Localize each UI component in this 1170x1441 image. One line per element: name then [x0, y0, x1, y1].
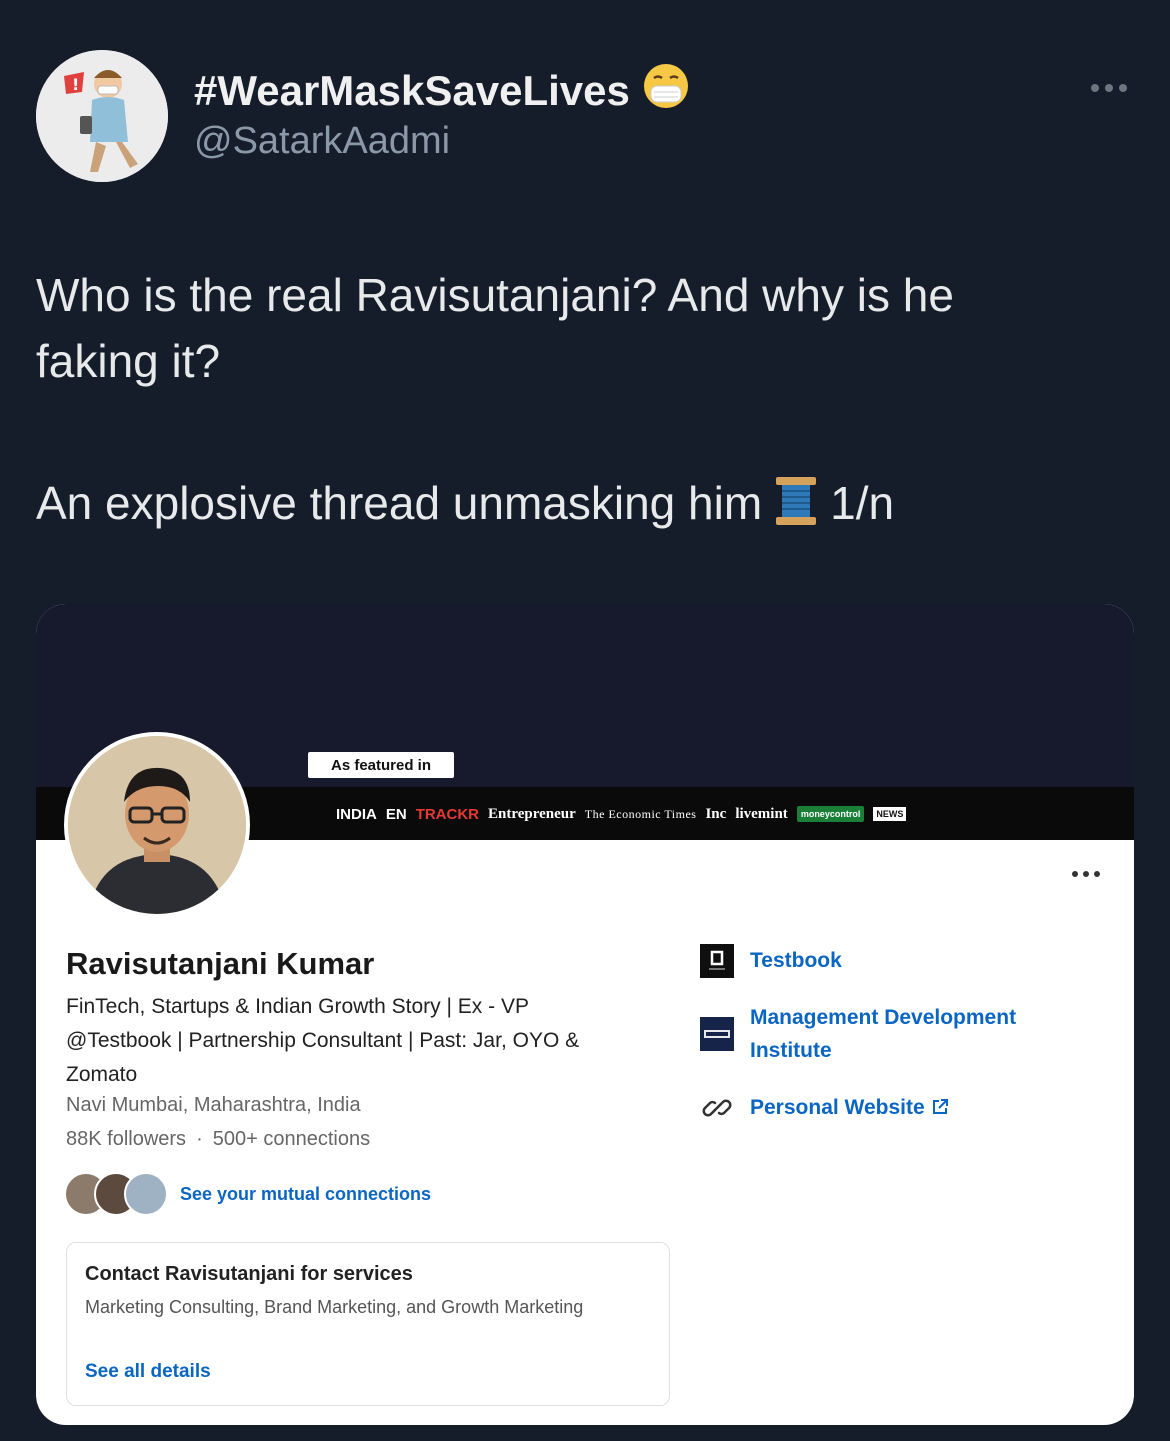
- profile-more-icon[interactable]: [1066, 866, 1106, 882]
- experience-testbook[interactable]: Testbook: [700, 944, 1070, 978]
- featured-label: As featured in: [308, 752, 454, 778]
- profile-headline: FinTech, Startups & Indian Growth Story …: [66, 995, 580, 1086]
- svg-text:!: !: [72, 75, 79, 94]
- tweet-text-line1: Who is the real Ravisutanjani? And why i…: [36, 269, 954, 387]
- connections-count[interactable]: 500+ connections: [213, 1128, 370, 1150]
- personal-website-link[interactable]: Personal Website: [700, 1091, 1070, 1126]
- profile-name: Ravisutanjani Kumar: [66, 946, 375, 981]
- media-logo: NEWS: [873, 807, 907, 821]
- avatar: [124, 1172, 168, 1216]
- services-list: Marketing Consulting, Brand Marketing, a…: [85, 1297, 584, 1317]
- media-logo: moneycontrol: [796, 806, 865, 822]
- media-logo: Inc: [705, 805, 727, 822]
- more-options-icon[interactable]: [1086, 74, 1132, 102]
- testbook-logo-icon: [700, 944, 734, 978]
- spool-of-thread-icon: [772, 475, 820, 544]
- mask-face-icon: [642, 62, 690, 120]
- tweet-text: Who is the real Ravisutanjani? And why i…: [36, 262, 1136, 544]
- services-title: Contact Ravisutanjani for services: [85, 1263, 413, 1285]
- media-logo: EN: [385, 805, 407, 823]
- mdi-logo-icon: [700, 1017, 734, 1051]
- link-icon: [700, 1091, 734, 1125]
- external-link-icon: [931, 1093, 949, 1126]
- media-logo: The Economic Times: [584, 806, 697, 821]
- mutual-connections-avatars[interactable]: [64, 1172, 168, 1216]
- profile-location: Navi Mumbai, Maharashtra, India: [66, 1094, 361, 1116]
- profile-stats: 88K followers · 500+ connections: [66, 1128, 371, 1150]
- services-card[interactable]: Contact Ravisutanjani for services Marke…: [66, 1242, 670, 1406]
- school-mdi-label: Management Development Institute: [750, 1006, 1017, 1062]
- media-logo: Entrepreneur: [488, 805, 576, 822]
- media-logo: INDIA: [336, 805, 377, 823]
- followers-count[interactable]: 88K followers: [66, 1128, 186, 1150]
- company-testbook-label: Testbook: [750, 949, 842, 972]
- media-logos: INDIA EN TRACKR Entrepreneur The Economi…: [336, 800, 907, 828]
- profile-photo[interactable]: [64, 732, 250, 918]
- mutual-connections-link[interactable]: See your mutual connections: [180, 1184, 431, 1205]
- user-avatar[interactable]: !: [36, 50, 168, 182]
- see-all-details-link[interactable]: See all details: [85, 1361, 211, 1383]
- tweet-text-line2: An explosive thread unmasking him 1/n: [36, 470, 1136, 544]
- personal-website-label: Personal Website: [750, 1091, 1070, 1126]
- media-logo: TRACKR: [415, 805, 480, 823]
- media-logo: livemint: [735, 805, 788, 822]
- display-name[interactable]: #WearMaskSaveLives: [194, 62, 690, 120]
- media-attachment[interactable]: As featured in INDIA EN TRACKR Entrepren…: [36, 604, 1134, 1425]
- user-handle[interactable]: @SatarkAadmi: [194, 120, 450, 163]
- education-mdi[interactable]: Management Development Institute: [700, 1001, 1070, 1067]
